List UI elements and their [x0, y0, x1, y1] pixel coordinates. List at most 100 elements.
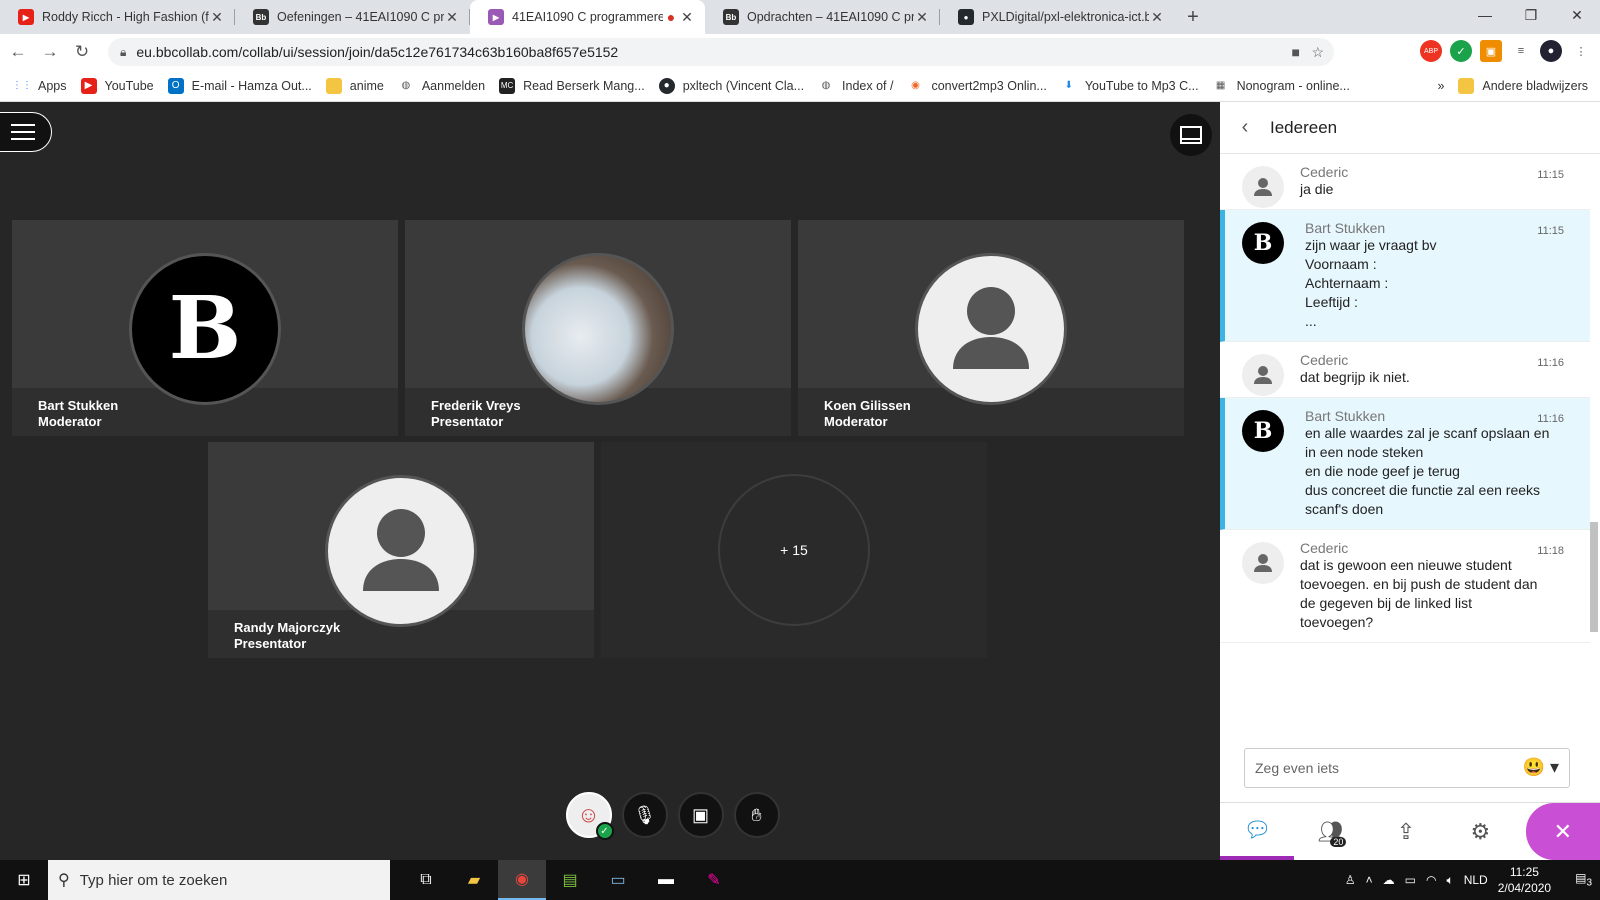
clock-date: 2/04/2020: [1497, 881, 1552, 895]
extension-lock-icon[interactable]: ▣: [1480, 40, 1502, 62]
browser-tab-3-active[interactable]: ▶ 41EAI1090 C programmeren ● ✕: [470, 0, 705, 34]
chat-input[interactable]: Zeg even iets 😃 ▾: [1244, 748, 1570, 788]
media-icon[interactable]: ≡: [1510, 40, 1532, 62]
close-tab-icon[interactable]: ✕: [444, 9, 460, 26]
close-panel-button[interactable]: ✕: [1525, 803, 1600, 860]
minimize-icon[interactable]: —: [1462, 0, 1508, 30]
browser-tab-5[interactable]: ● PXLDigital/pxl-elektronica-ict.be ✕: [940, 0, 1175, 34]
new-tab-button[interactable]: +: [1175, 0, 1211, 34]
tab-chat[interactable]: 💬︎: [1220, 803, 1295, 860]
camera-toggle-button[interactable]: ▣: [677, 792, 724, 838]
participant-tile-randy[interactable]: Randy Majorczyk Presentator: [208, 442, 594, 658]
menu-dots-icon[interactable]: ⋮: [1570, 40, 1592, 62]
participant-name: Randy Majorczyk: [234, 620, 341, 635]
bookmark-nonogram[interactable]: ▦ Nonogram - online...: [1213, 78, 1350, 94]
chat-scrollbar[interactable]: [1590, 162, 1598, 722]
forward-arrow-icon[interactable]: →: [36, 42, 64, 62]
my-status-button[interactable]: ☺ ✓: [565, 792, 614, 840]
browser-tab-1[interactable]: ▶ Roddy Ricch - High Fashion (feat. ✕: [0, 0, 235, 34]
notifications-icon[interactable]: ▤3: [1575, 871, 1592, 888]
extension-check-icon[interactable]: ✓: [1450, 40, 1472, 62]
bookmark-other-folder[interactable]: Andere bladwijzers: [1458, 78, 1588, 94]
chevron-left-icon[interactable]: ‹: [1220, 116, 1270, 139]
close-tab-icon[interactable]: ✕: [914, 9, 930, 26]
language-indicator[interactable]: NLD: [1464, 873, 1488, 887]
profile-avatar[interactable]: ●: [1540, 40, 1562, 62]
battery-icon[interactable]: ▭: [1405, 873, 1416, 887]
volume-icon[interactable]: 🔈︎: [1446, 873, 1453, 888]
more-participants-tile[interactable]: + 15: [601, 442, 987, 658]
participant-role: Moderator: [38, 414, 102, 429]
star-icon[interactable]: ☆: [1311, 44, 1324, 61]
notepad-plus-icon[interactable]: ▤: [546, 860, 594, 900]
close-tab-icon[interactable]: ✕: [1149, 9, 1165, 26]
bookmark-pxltech[interactable]: ● pxltech (Vincent Cla...: [658, 77, 804, 94]
chat-message: Cederic 11:16 dat begrijp ik niet.: [1220, 342, 1590, 398]
globe-icon: ◍: [401, 80, 411, 91]
tab-title: Roddy Ricch - High Fashion (feat.: [42, 10, 209, 24]
participant-tile-frederik[interactable]: Frederik Vreys Presentator: [405, 220, 791, 436]
clock[interactable]: 11:25 2/04/2020: [1498, 864, 1551, 896]
wifi-icon[interactable]: ◠: [1426, 873, 1436, 887]
github-icon: ●: [658, 77, 675, 94]
camera-icon[interactable]: ■: [1292, 44, 1300, 60]
participant-role: Moderator: [824, 414, 888, 429]
windows-taskbar: ⊞ ⚲ Typ hier om te zoeken ⧉ ▰ ◉ ▤ ▭ ▬ ✎ …: [0, 860, 1600, 900]
terminal-icon[interactable]: ▬: [642, 860, 690, 900]
people-icon[interactable]: ♙: [1345, 873, 1356, 887]
close-tab-icon[interactable]: ✕: [209, 9, 225, 26]
bookmark-youtube-mp3[interactable]: ⬇ YouTube to Mp3 C...: [1061, 78, 1199, 94]
notepad-icon[interactable]: ▭: [594, 860, 642, 900]
blackboard-favicon-icon: Bb: [723, 9, 739, 25]
folder-icon: [1458, 78, 1475, 94]
file-explorer-icon[interactable]: ▰: [450, 860, 498, 900]
onedrive-icon[interactable]: ☁: [1383, 873, 1395, 887]
raise-hand-button[interactable]: ✋︎: [733, 792, 780, 838]
scrollbar-thumb[interactable]: [1590, 522, 1598, 632]
microphone-muted-icon: 🎙︎: [633, 804, 656, 825]
emoji-picker-button[interactable]: 😃 ▾: [1523, 757, 1559, 778]
url-bar[interactable]: 🔒︎ eu.bbcollab.com/collab/ui/session/joi…: [108, 38, 1334, 66]
bookmark-index[interactable]: ◍ Index of /: [818, 78, 894, 94]
tab-share-content[interactable]: ⇪: [1369, 803, 1443, 860]
bookmark-convert2mp3[interactable]: ◉ convert2mp3 Onlin...: [907, 78, 1047, 94]
task-view-icon[interactable]: ⧉: [402, 860, 450, 900]
windows-start-icon[interactable]: ⊞: [0, 870, 48, 890]
session-stage: B Bart Stukken Moderator Frederik Vreys …: [0, 102, 1220, 860]
tab-title: PXLDigital/pxl-elektronica-ict.be: [982, 10, 1149, 24]
participant-tile-koen[interactable]: Koen Gilissen Moderator: [798, 220, 1184, 436]
maximize-icon[interactable]: ❐: [1508, 0, 1554, 30]
tab-settings[interactable]: ⚙: [1443, 803, 1517, 860]
close-tab-icon[interactable]: ✕: [679, 9, 695, 26]
bookmark-anime[interactable]: anime: [325, 77, 384, 94]
bookmark-apps[interactable]: ⋮⋮ Apps: [12, 78, 67, 94]
taskbar-search[interactable]: ⚲ Typ hier om te zoeken: [48, 860, 390, 900]
user-avatar-icon: [1242, 354, 1284, 396]
chrome-icon[interactable]: ◉: [498, 860, 546, 900]
reload-icon[interactable]: ↻: [68, 42, 96, 62]
bookmark-aanmelden[interactable]: ◍ Aanmelden: [398, 78, 485, 94]
back-arrow-icon[interactable]: ←: [4, 42, 32, 62]
layout-toggle-button[interactable]: [1170, 114, 1212, 156]
browser-tab-4[interactable]: Bb Opdrachten – 41EAI1090 C progr ✕: [705, 0, 940, 34]
chat-message: Cederic 11:15 ja die: [1220, 154, 1590, 210]
taskbar-apps: ⧉ ▰ ◉ ▤ ▭ ▬ ✎: [402, 860, 738, 900]
participant-tile-bart[interactable]: B Bart Stukken Moderator: [12, 220, 398, 436]
chevron-up-icon[interactable]: ˄: [1366, 873, 1373, 887]
bookmarks-overflow-icon[interactable]: »: [1437, 79, 1444, 93]
bookmark-email[interactable]: O E-mail - Hamza Out...: [167, 77, 312, 94]
message-text: de gegeven bij de linked list: [1300, 595, 1473, 611]
paint-icon[interactable]: ✎: [690, 860, 738, 900]
browser-tab-2[interactable]: Bb Oefeningen – 41EAI1090 C progr ✕: [235, 0, 470, 34]
close-window-icon[interactable]: ✕: [1554, 0, 1600, 30]
message-time: 11:15: [1537, 169, 1564, 181]
message-text: Voornaam :: [1305, 256, 1377, 272]
adblock-icon[interactable]: ABP: [1420, 40, 1442, 62]
bookmark-youtube[interactable]: ▶ YouTube: [80, 77, 154, 94]
tab-attendees[interactable]: 👥︎ 20: [1294, 803, 1368, 860]
bookmark-berserk[interactable]: MC Read Berserk Mang...: [499, 77, 645, 94]
window-controls: — ❐ ✕: [1462, 0, 1600, 30]
microphone-toggle-button[interactable]: 🎙︎: [621, 792, 668, 838]
message-text: ...: [1305, 313, 1317, 329]
session-menu-button[interactable]: [0, 112, 52, 152]
